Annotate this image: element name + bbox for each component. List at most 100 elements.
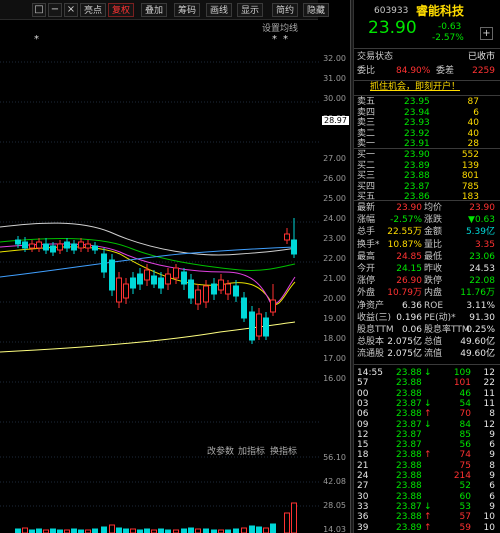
price-axis-tick: 32.00 xyxy=(323,54,346,63)
asks-price: 23.94 xyxy=(404,107,430,118)
stat-value: 24.85 xyxy=(396,251,422,262)
candle-body xyxy=(151,275,157,285)
candle-body xyxy=(225,283,231,295)
stats-row: 涨幅 -2.57% 涨跌 ▼0.63 xyxy=(354,215,500,226)
asks-row: 卖二 23.92 40 xyxy=(354,129,500,140)
stats-row: 换手* 10.87% 量比 3.35 xyxy=(354,240,500,251)
stat-value: 0.196 xyxy=(396,312,422,323)
candle-body xyxy=(263,317,269,337)
volume-bar xyxy=(144,528,150,533)
stats-row: 流通股 2.075亿 流值 49.60亿 xyxy=(354,349,500,360)
bids-volume: 801 xyxy=(461,171,479,181)
asks-price: 23.93 xyxy=(404,118,430,128)
weicha-label: 委差 xyxy=(436,66,455,76)
volume-axis-tick: 42.08 xyxy=(323,477,346,486)
bids-row: 买二 23.89 139 xyxy=(354,161,500,172)
candle-body xyxy=(270,299,276,313)
toolbar-btn-chips[interactable]: 筹码 xyxy=(174,3,201,17)
volume-bar xyxy=(263,527,269,533)
kline-chart[interactable]: * * * xyxy=(0,22,320,442)
bids-volume: 785 xyxy=(461,181,479,192)
volume-bar xyxy=(15,528,21,533)
candle-body xyxy=(101,253,107,273)
candle-body xyxy=(284,233,290,241)
volume-bar xyxy=(241,527,247,533)
bids-price: 23.89 xyxy=(404,160,430,171)
toolbar-btn-hide[interactable]: 隐藏 xyxy=(303,3,330,17)
stat-label: 最高 xyxy=(357,251,376,262)
price-axis-tick: 16.00 xyxy=(323,374,346,383)
stat-label: 换手* xyxy=(357,239,380,250)
toolbar-btn-highlight[interactable]: 亮点 xyxy=(80,3,107,17)
price-axis-tick: 19.00 xyxy=(323,314,346,323)
candle-body xyxy=(291,239,297,255)
asks-level-label: 卖二 xyxy=(357,128,376,139)
stat-value: 22.55万 xyxy=(387,227,422,238)
candle-body xyxy=(195,289,201,305)
candle-body xyxy=(211,283,217,295)
asks-level-label: 卖三 xyxy=(357,118,376,128)
asks-price: 23.92 xyxy=(404,128,430,139)
stat-value: 22.08 xyxy=(469,276,495,287)
star-marker: * xyxy=(34,34,39,45)
candle-body xyxy=(249,311,255,341)
candle-body xyxy=(43,243,49,251)
stat-value: 6.36 xyxy=(401,300,422,311)
candle-body xyxy=(92,245,98,251)
candle-body xyxy=(203,285,209,303)
bids-row: 买一 23.90 552 xyxy=(354,150,500,161)
toolbar-btn-overlay[interactable]: 叠加 xyxy=(141,3,168,17)
price-axis-tick: 24.00 xyxy=(323,214,346,223)
stat-label: 最新 xyxy=(357,203,376,213)
stat-value: 3.11% xyxy=(466,300,495,311)
stats-row: 今开 24.15 昨收 24.53 xyxy=(354,264,500,275)
price-axis-tick: 20.00 xyxy=(323,294,346,303)
stats-row: 总手 22.55万 金额 5.39亿 xyxy=(354,227,500,238)
toolbar-btn-adjust[interactable]: 复权 xyxy=(108,3,135,17)
stat-label: ROE xyxy=(424,300,444,311)
stat-label: 股息TTM xyxy=(357,325,394,335)
add-watchlist-icon[interactable]: + xyxy=(480,27,493,40)
stat-value: 11.76万 xyxy=(460,288,495,299)
stat-value: -2.57% xyxy=(390,215,422,226)
bids-level-label: 买五 xyxy=(357,192,376,202)
price-change: -0.63 xyxy=(438,22,462,32)
volume-chart[interactable] xyxy=(0,452,320,533)
square-icon[interactable]: □ xyxy=(32,3,46,17)
candle-body xyxy=(22,241,28,249)
bids-volume: 552 xyxy=(461,150,479,160)
promo-banner[interactable]: 抓住机会，即刻开户！ xyxy=(370,82,460,93)
minus-icon[interactable]: − xyxy=(48,3,62,17)
weibi-label: 委比 xyxy=(357,66,376,76)
star-marker: * xyxy=(272,34,277,45)
candle-body xyxy=(109,259,115,291)
close-icon[interactable]: × xyxy=(64,3,78,17)
stat-label: 均价 xyxy=(424,203,443,213)
asks-volume: 6 xyxy=(473,107,479,118)
candle-body xyxy=(188,279,194,299)
volume-bar xyxy=(123,528,129,533)
stats-row: 最高 24.85 最低 23.06 xyxy=(354,252,500,263)
tick-price: 23.89 xyxy=(396,522,422,533)
volume-bar xyxy=(36,528,42,533)
stat-value: 2.075亿 xyxy=(387,337,422,348)
tick-volume: 59 xyxy=(459,522,471,533)
tick-row: 39 23.89 ↑ 59 10 xyxy=(354,523,500,533)
bids-level-label: 买一 xyxy=(357,150,376,160)
stat-value: 10.79万 xyxy=(387,288,422,299)
asks-row: 卖三 23.93 40 xyxy=(354,118,500,129)
candle-body xyxy=(158,277,164,289)
candle-body xyxy=(137,273,143,285)
volume-axis-tick: 28.05 xyxy=(323,501,346,510)
volume-bar xyxy=(158,528,164,533)
toolbar-btn-draw[interactable]: 画线 xyxy=(206,3,233,17)
tick-count: 10 xyxy=(483,522,495,533)
price-axis-tick: 18.00 xyxy=(323,334,346,343)
volume-bar xyxy=(109,524,115,533)
asks-volume: 40 xyxy=(467,128,479,139)
stat-label: 总手 xyxy=(357,227,376,238)
toolbar-btn-display[interactable]: 显示 xyxy=(237,3,264,17)
price-axis-tick: 26.00 xyxy=(323,174,346,183)
toolbar-btn-simple[interactable]: 简约 xyxy=(272,3,299,17)
stat-value: 23.90 xyxy=(396,203,422,213)
